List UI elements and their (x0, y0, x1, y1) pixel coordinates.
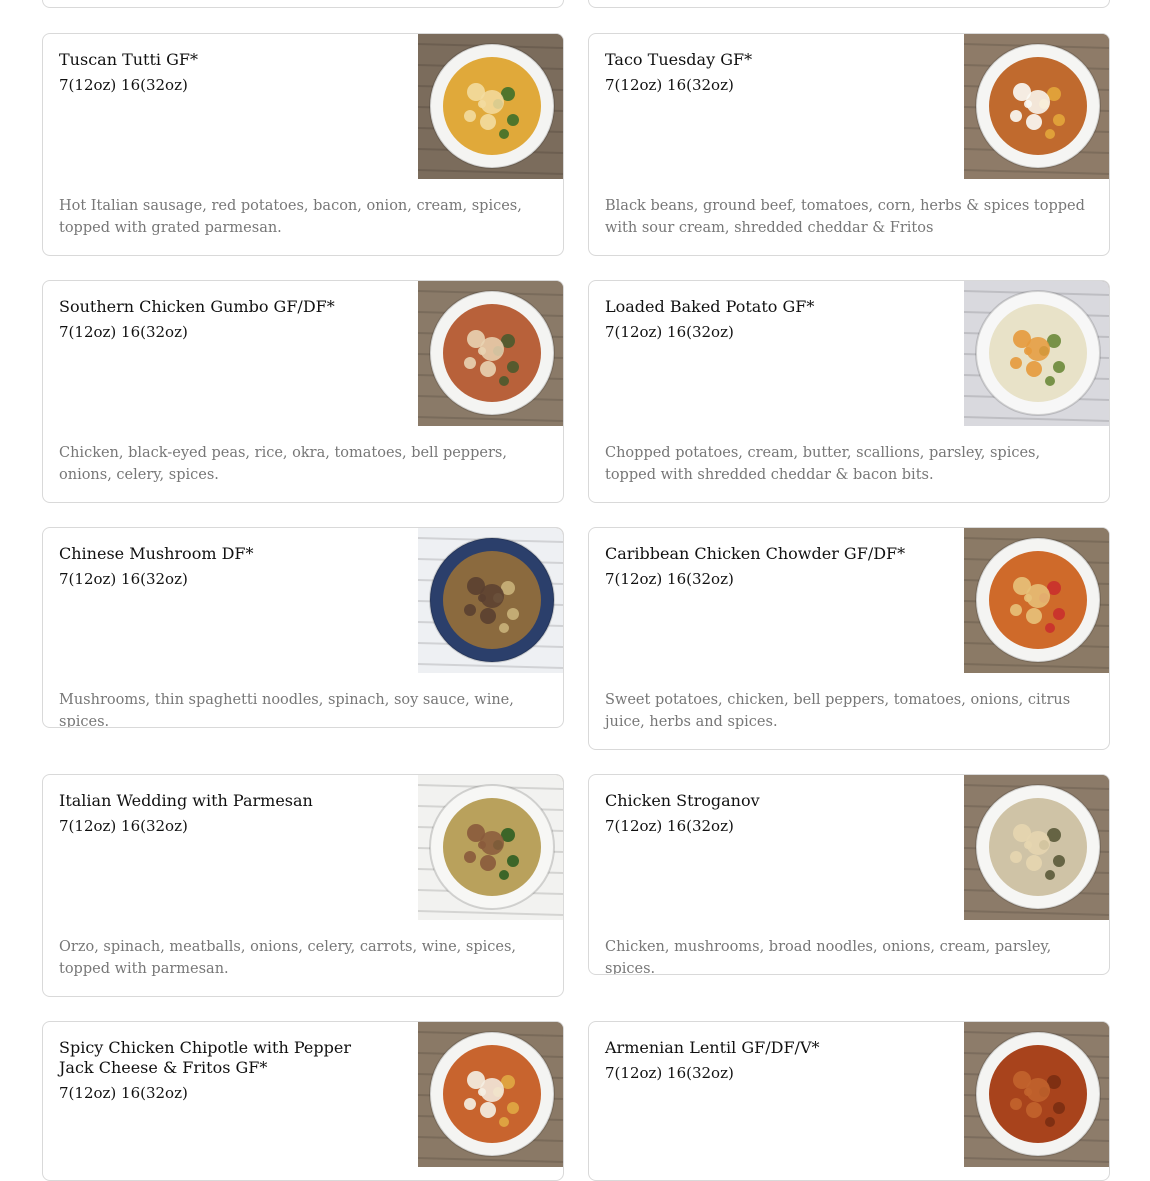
item-title: Southern Chicken Gumbo GF/DF* 7(12oz) 16(… (59, 297, 389, 342)
menu-card[interactable]: Southern Chicken Gumbo GF/DF* 7(12oz) 16(… (42, 280, 564, 503)
item-price: 7(12oz) 16(32oz) (59, 76, 188, 94)
item-price: 7(12oz) 16(32oz) (605, 76, 734, 94)
soup-bowl-picture (418, 1022, 563, 1167)
soup-bowl-picture (964, 281, 1109, 426)
item-price: 7(12oz) 16(32oz) (605, 323, 734, 341)
soup-photo-chinese-mushroom (418, 528, 563, 673)
item-description: Hot Italian sausage, red potatoes, bacon… (59, 198, 522, 236)
menu-card[interactable]: Chinese Mushroom DF* 7(12oz) 16(32oz) Mus… (42, 527, 564, 728)
item-description: Sweet potatoes, chicken, bell peppers, t… (605, 692, 1071, 730)
soup-photo-loaded-baked-potato (964, 281, 1109, 426)
menu-card-previous-right[interactable] (588, 0, 1110, 8)
menu-card[interactable]: Armenian Lentil GF/DF/V* 7(12oz) 16(32oz) (588, 1021, 1110, 1181)
soup-bowl-picture (964, 775, 1109, 920)
menu-card[interactable]: Tuscan Tutti GF* 7(12oz) 16(32oz) Hot Ita… (42, 33, 564, 256)
soup-bowl-picture (418, 281, 563, 426)
item-price: 7(12oz) 16(32oz) (605, 817, 734, 835)
item-title: Spicy Chicken Chipotle with Pepper Jack … (59, 1038, 389, 1103)
menu-card-previous-left[interactable] (42, 0, 564, 8)
soup-bowl-picture (418, 775, 563, 920)
soup-photo-southern-chicken-gumbo (418, 281, 563, 426)
item-description: Chicken, black-eyed peas, rice, okra, to… (59, 445, 507, 483)
item-description: Orzo, spinach, meatballs, onions, celery… (59, 939, 517, 977)
item-price: 7(12oz) 16(32oz) (59, 817, 188, 835)
soup-photo-chicken-stroganov (964, 775, 1109, 920)
item-description: Chicken, mushrooms, broad noodles, onion… (605, 939, 1052, 975)
menu-card[interactable]: Taco Tuesday GF* 7(12oz) 16(32oz) Black b… (588, 33, 1110, 256)
soup-bowl-picture (964, 528, 1109, 673)
item-description: Mushrooms, thin spaghetti noodles, spina… (59, 692, 514, 728)
menu-card[interactable]: Loaded Baked Potato GF* 7(12oz) 16(32oz) … (588, 280, 1110, 503)
soup-photo-caribbean-chicken-chowder (964, 528, 1109, 673)
item-title: Loaded Baked Potato GF* 7(12oz) 16(32oz) (605, 297, 935, 342)
menu-card[interactable]: Spicy Chicken Chipotle with Pepper Jack … (42, 1021, 564, 1181)
soup-bowl-picture (418, 34, 563, 179)
item-description: Black beans, ground beef, tomatoes, corn… (605, 198, 1085, 236)
soup-bowl-picture (964, 34, 1109, 179)
soup-photo-spicy-chicken-chipotle (418, 1022, 563, 1167)
soup-photo-italian-wedding (418, 775, 563, 920)
item-price: 7(12oz) 16(32oz) (59, 1084, 188, 1102)
item-title: Armenian Lentil GF/DF/V* 7(12oz) 16(32oz) (605, 1038, 935, 1083)
item-title: Tuscan Tutti GF* 7(12oz) 16(32oz) (59, 50, 389, 95)
soup-photo-taco-tuesday (964, 34, 1109, 179)
item-title: Taco Tuesday GF* 7(12oz) 16(32oz) (605, 50, 935, 95)
item-title: Chinese Mushroom DF* 7(12oz) 16(32oz) (59, 544, 389, 589)
item-title: Italian Wedding with Parmesan 7(12oz) 16(… (59, 791, 389, 836)
soup-bowl-picture (418, 528, 563, 673)
soup-photo-armenian-lentil (964, 1022, 1109, 1167)
menu-card[interactable]: Caribbean Chicken Chowder GF/DF* 7(12oz) … (588, 527, 1110, 750)
item-price: 7(12oz) 16(32oz) (605, 1064, 734, 1082)
item-title: Caribbean Chicken Chowder GF/DF* 7(12oz) … (605, 544, 935, 589)
item-title: Chicken Stroganov 7(12oz) 16(32oz) (605, 791, 935, 836)
item-price: 7(12oz) 16(32oz) (59, 570, 188, 588)
item-description: Chopped potatoes, cream, butter, scallio… (605, 445, 1041, 483)
item-price: 7(12oz) 16(32oz) (605, 570, 734, 588)
menu-card[interactable]: Italian Wedding with Parmesan 7(12oz) 16(… (42, 774, 564, 997)
item-price: 7(12oz) 16(32oz) (59, 323, 188, 341)
soup-photo-tuscan-tutti (418, 34, 563, 179)
soup-bowl-picture (964, 1022, 1109, 1167)
menu-card[interactable]: Chicken Stroganov 7(12oz) 16(32oz) Chicke… (588, 774, 1110, 975)
